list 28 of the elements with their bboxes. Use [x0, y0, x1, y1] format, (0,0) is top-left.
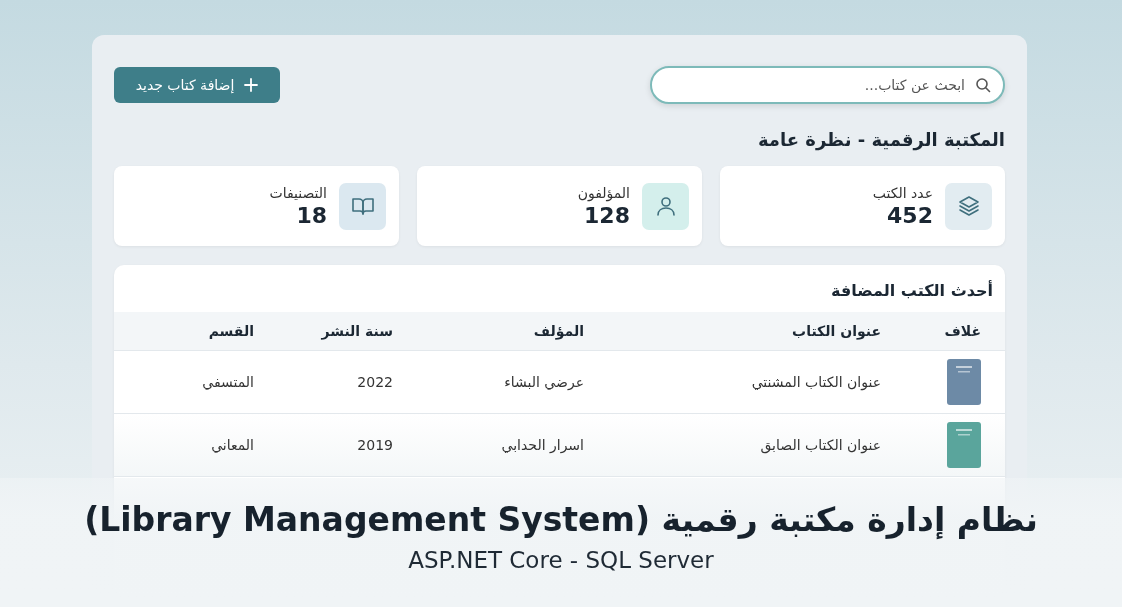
table-cell-text: عرضي البشاء — [503, 374, 585, 390]
column-header: سنة النشر — [320, 323, 394, 339]
table-cell-text: المتسفي — [201, 374, 255, 390]
table-cell-text: 2022 — [356, 374, 394, 390]
stat-label: المؤلفون — [577, 184, 630, 201]
table-title: أحدث الكتب المضافة — [830, 279, 994, 302]
stat-value: 18 — [295, 202, 327, 228]
overview-title: المكتبة الرقمية - نظرة عامة — [756, 129, 1005, 150]
stat-label: التصنيفات — [269, 184, 327, 201]
column-header: القسم — [207, 323, 255, 339]
caption-title: نظام إدارة مكتبة رقمية (Library Management System) — [84, 500, 1038, 539]
add-book-button[interactable]: إضافة كتاب جديد — [114, 67, 280, 103]
table-cell-text: اسرار الحدابي — [500, 437, 585, 453]
search-icon — [975, 77, 991, 93]
stat-label: عدد الكتب — [872, 184, 933, 201]
table-cell-text: عنوان الكتاب المشنتي — [750, 374, 882, 390]
layers-icon — [956, 194, 981, 218]
stat-value: 128 — [583, 202, 630, 228]
search-field[interactable]: ابحث عن كتاب... — [650, 66, 1005, 104]
table-cell-text: المعاني — [210, 437, 255, 453]
column-header: المؤلف — [532, 323, 585, 339]
plus-icon — [244, 78, 259, 92]
caption-subtitle: ASP.NET Core - SQL Server — [408, 547, 714, 573]
stat-value: 452 — [886, 202, 933, 228]
table-cell-text: عنوان الكتاب الصابق — [759, 437, 882, 453]
column-header: عنوان الكتاب — [791, 323, 882, 339]
table-cell-text: 2019 — [356, 437, 394, 453]
column-header: غلاف — [943, 323, 982, 339]
